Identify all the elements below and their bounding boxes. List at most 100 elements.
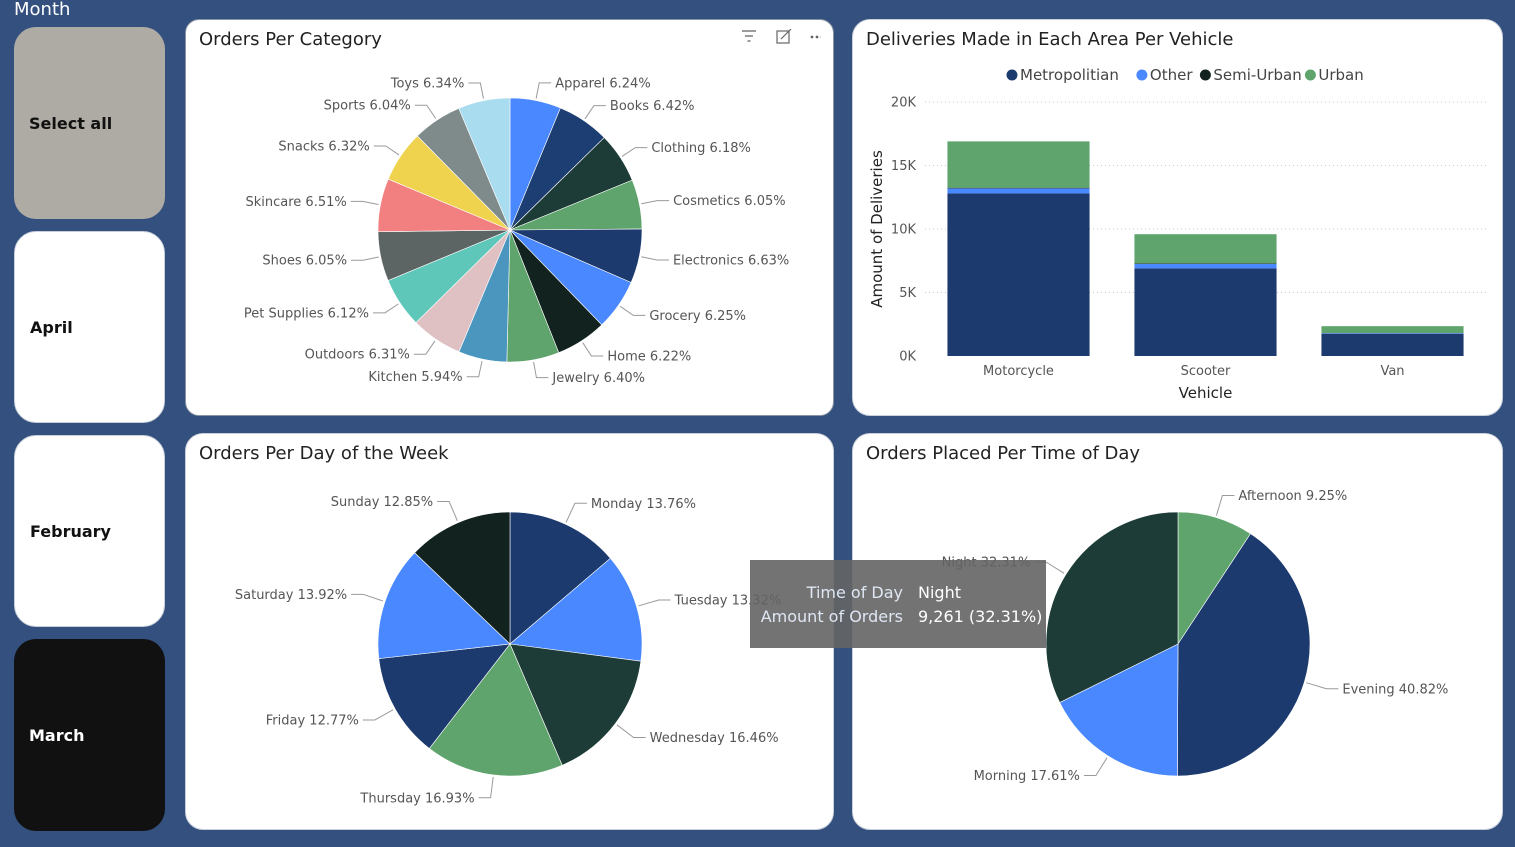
bar-segment[interactable] xyxy=(947,193,1090,356)
leader-line xyxy=(621,147,648,157)
pie-slice-label: Afternoon 9.25% xyxy=(1238,489,1347,504)
x-axis-label: Vehicle xyxy=(1179,384,1233,402)
pie-slice-label: Pet Supplies 6.12% xyxy=(244,306,369,321)
leader-line xyxy=(373,145,400,156)
pie-slice-label: Sunday 12.85% xyxy=(331,495,433,510)
pie-slice-label: Saturday 13.92% xyxy=(235,588,347,603)
pie-slice-label: Books 6.42% xyxy=(610,99,695,114)
deliveries-bar-chart: Metropolitian Other Semi-Urban Urban 0K 5K 10K… xyxy=(868,66,1486,402)
orders-per-category-card[interactable]: Orders Per Category Apparel 6.24% Books 6… xyxy=(185,19,834,416)
leader-line xyxy=(641,256,669,261)
pie-slice-label: Cosmetics 6.05% xyxy=(673,194,786,209)
leader-line xyxy=(362,709,394,721)
leader-line xyxy=(468,82,484,99)
bar-segment[interactable] xyxy=(947,141,1090,188)
y-tick-label: 0K xyxy=(899,350,916,365)
legend-label: Metropolitian xyxy=(1020,66,1119,84)
legend-item[interactable]: Metropolitian xyxy=(1006,66,1119,84)
slicer-button-february[interactable]: February xyxy=(14,435,165,627)
leader-line xyxy=(372,303,399,314)
leader-line xyxy=(350,200,379,205)
bar-segment[interactable] xyxy=(1321,333,1464,356)
slicer-title: Month xyxy=(14,0,71,20)
pie-slice-label: Sports 6.04% xyxy=(324,99,411,114)
y-axis-label: Amount of Deliveries xyxy=(868,150,886,308)
x-tick-label: Motorcycle xyxy=(983,364,1054,379)
pie-slice-label: Jewelry 6.40% xyxy=(551,371,645,386)
slicer-button-label: February xyxy=(30,521,111,541)
pie-slice-label: Evening 40.82% xyxy=(1342,682,1448,697)
bar-segment[interactable] xyxy=(1134,263,1277,269)
pie-slice-label: Thursday 16.93% xyxy=(359,791,474,806)
orders-per-category-pie: Apparel 6.24% Books 6.42% Clothing 6.18% Co… xyxy=(244,76,789,386)
legend-label: Semi-Urban xyxy=(1213,66,1301,84)
y-tick-label: 20K xyxy=(891,96,917,111)
leader-line xyxy=(584,105,606,120)
legend-marker xyxy=(1136,69,1148,81)
leader-line xyxy=(351,256,379,261)
leader-line xyxy=(437,500,458,521)
pie-slice-label: Home 6.22% xyxy=(607,349,691,364)
slicer-button-march[interactable]: March xyxy=(14,639,165,831)
leader-line xyxy=(535,82,552,99)
deliveries-per-vehicle-card[interactable]: Deliveries Made in Each Area Per Vehicle… xyxy=(852,19,1503,416)
bar-segment[interactable] xyxy=(1134,234,1277,264)
tooltip-value: Night xyxy=(918,583,961,602)
y-tick-label: 10K xyxy=(891,223,917,238)
leader-line xyxy=(1083,757,1108,776)
leader-line xyxy=(1215,494,1235,516)
leader-line xyxy=(619,305,646,316)
bar-segment[interactable] xyxy=(1321,326,1464,334)
pie-slice-label: Grocery 6.25% xyxy=(649,309,746,324)
y-tick-label: 15K xyxy=(891,159,917,174)
leader-line xyxy=(414,104,437,119)
legend-item[interactable]: Urban xyxy=(1304,66,1364,84)
pie-slice-label: Electronics 6.63% xyxy=(673,253,789,268)
pie-slice-label: Friday 12.77% xyxy=(266,713,359,728)
legend-item[interactable]: Semi-Urban xyxy=(1199,66,1302,84)
legend-marker xyxy=(1199,69,1211,81)
pie-slice-label: Outdoors 6.31% xyxy=(305,348,410,363)
leader-line xyxy=(1306,682,1339,690)
leader-line xyxy=(466,360,483,378)
legend-marker xyxy=(1304,69,1316,81)
leader-line xyxy=(351,593,384,602)
leader-line xyxy=(641,200,670,205)
tooltip-key: Amount of Orders xyxy=(760,607,903,626)
tooltip-value: 9,261 (32.31%) xyxy=(918,607,1043,626)
leader-line xyxy=(638,599,671,607)
slicer-button-label: March xyxy=(29,725,85,745)
pie-slice-label: Toys 6.34% xyxy=(390,76,465,91)
tooltip-key: Time of Day xyxy=(806,583,903,602)
pie-slice-label: Wednesday 16.46% xyxy=(650,731,779,746)
leader-line xyxy=(616,724,646,739)
x-tick-label: Van xyxy=(1380,364,1404,379)
tooltip: Time of Day Night Amount of Orders 9,261… xyxy=(750,560,1046,648)
legend-label: Urban xyxy=(1318,66,1363,84)
slicer-button-select-all[interactable]: Select all xyxy=(14,27,165,219)
pie-slice-label: Kitchen 5.94% xyxy=(368,370,462,385)
legend-marker xyxy=(1006,69,1018,81)
pie-slice-label: Clothing 6.18% xyxy=(651,141,751,156)
pie-slice-label: Monday 13.76% xyxy=(591,497,696,512)
slicer-button-label: April xyxy=(30,317,73,337)
orders-per-day-card[interactable]: Orders Per Day of the Week Monday 13.76%… xyxy=(185,433,834,830)
bar-segment[interactable] xyxy=(1134,263,1277,264)
leader-line xyxy=(533,361,549,379)
legend-label: Other xyxy=(1150,66,1193,84)
orders-per-day-pie: Monday 13.76%Tuesday 13.32%Wednesday 16.… xyxy=(235,495,781,806)
leader-line xyxy=(413,340,436,355)
legend-item[interactable]: Other xyxy=(1136,66,1193,84)
leader-line xyxy=(565,502,587,523)
pie-slice-label: Apparel 6.24% xyxy=(555,76,650,91)
pie-slice-label: Shoes 6.05% xyxy=(262,254,347,269)
pie-slice-label: Snacks 6.32% xyxy=(278,139,369,154)
slicer-button-april[interactable]: April xyxy=(14,231,165,423)
leader-line xyxy=(582,342,604,357)
bar-segment[interactable] xyxy=(947,188,1090,194)
bar-segment[interactable] xyxy=(1321,333,1464,334)
slicer-button-label: Select all xyxy=(29,113,113,133)
bar-segment[interactable] xyxy=(947,187,1090,189)
bar-segment[interactable] xyxy=(1134,268,1277,356)
y-tick-label: 5K xyxy=(899,286,916,301)
